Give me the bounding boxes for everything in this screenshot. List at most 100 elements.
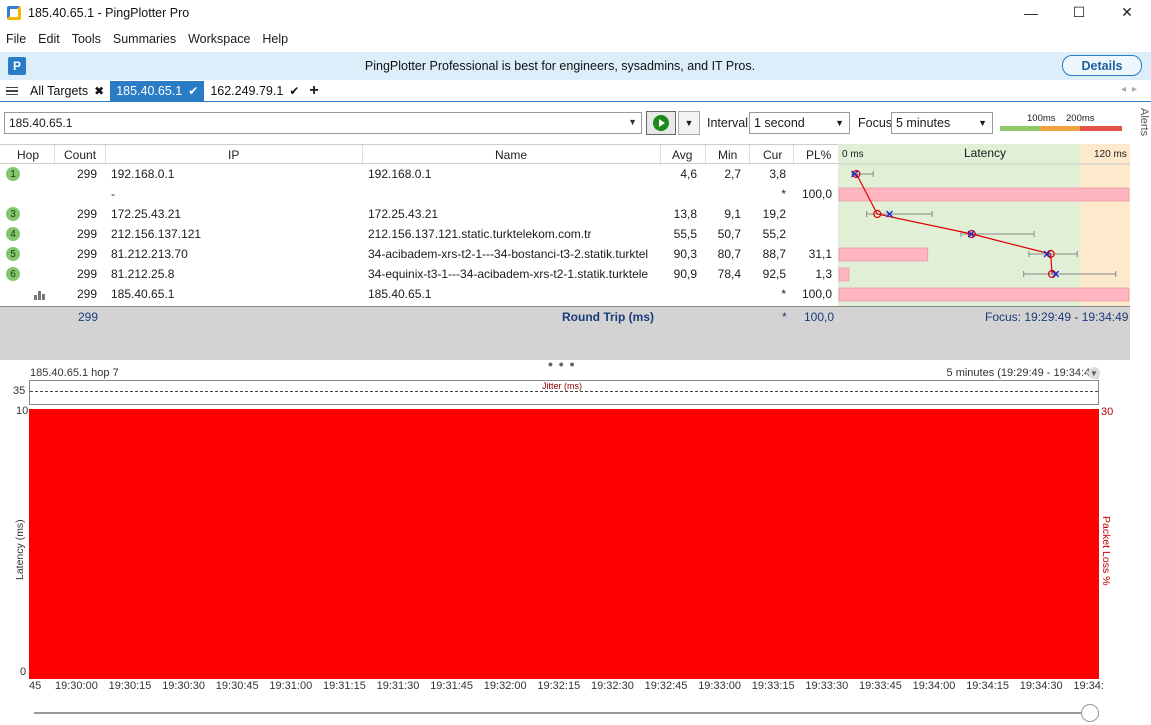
cell-cur: 55,2: [762, 227, 786, 241]
time-tick: 19:32:45: [644, 680, 688, 692]
hop-number: 4: [6, 227, 20, 241]
cell-avg: 90,9: [673, 267, 697, 281]
cell-avg: 4,6: [680, 167, 697, 181]
table-row[interactable]: 1 299 192.168.0.1 192.168.0.1 4,6 2,7 3,8: [0, 164, 838, 184]
cell-cur: *: [781, 287, 786, 301]
cell-count: 299: [76, 207, 97, 221]
alerts-panel-tab[interactable]: Alerts: [1132, 108, 1150, 148]
column-min[interactable]: Min: [718, 148, 737, 162]
timeline-scroll-thumb[interactable]: [1081, 704, 1099, 722]
cell-avg: 90,3: [673, 247, 697, 261]
tab-scroll-arrows-icon[interactable]: ◂▸: [1121, 84, 1143, 95]
cell-count: 299: [76, 167, 97, 181]
table-row[interactable]: 5 299 81.212.213.70 34-acibadem-xrs-t2-1---…: [0, 244, 838, 264]
table-row[interactable]: - * 100,0: [0, 184, 838, 204]
tab-label: 162.249.79.1: [210, 84, 284, 98]
table-row[interactable]: 6 299 81.212.25.8 34-equinix-t3-1---34-acib…: [0, 264, 838, 284]
minimize-button[interactable]: —: [1007, 0, 1055, 25]
cell-cur: *: [781, 187, 786, 201]
tab-target-2[interactable]: 162.249.79.1 ✔: [204, 81, 305, 102]
latency-max-label: 120 ms: [1094, 149, 1127, 160]
hop-number: 5: [6, 247, 20, 261]
cell-ip: -: [111, 187, 115, 201]
target-input[interactable]: 185.40.65.1 ▼: [4, 112, 642, 134]
latency-color-scale[interactable]: 100ms 200ms: [1000, 112, 1122, 134]
cell-avg: 13,8: [673, 207, 697, 221]
chevron-down-icon: ▼: [978, 118, 987, 128]
hop-number: 6: [6, 267, 20, 281]
cell-name: 185.40.65.1: [368, 287, 432, 301]
packet-loss-bar: [838, 287, 1130, 302]
check-icon: ✔: [188, 84, 199, 98]
cell-pl: 31,1: [808, 247, 832, 261]
graph-time-range: 5 minutes (19:29:49 - 19:34:49): [946, 367, 1100, 379]
menu-tools[interactable]: Tools: [66, 32, 107, 46]
focus-select[interactable]: 5 minutes ▼: [891, 112, 993, 134]
chevron-down-icon: ▼: [835, 118, 844, 128]
chevron-down-icon[interactable]: ▼: [628, 117, 637, 127]
menu-help[interactable]: Help: [256, 32, 294, 46]
time-tick: 19:30:00: [55, 680, 98, 692]
splitter-handle[interactable]: • • •: [548, 356, 575, 372]
add-tab-button[interactable]: +: [309, 82, 318, 100]
column-name[interactable]: Name: [495, 148, 527, 162]
menu-icon[interactable]: [6, 86, 18, 96]
cell-count: 299: [76, 227, 97, 241]
column-hop[interactable]: Hop: [17, 148, 39, 162]
cell-cur: 92,5: [762, 267, 786, 281]
hop-number: 1: [6, 167, 20, 181]
details-button[interactable]: Details: [1062, 55, 1142, 76]
time-tick: 19:30:30: [162, 680, 206, 692]
tab-target-1[interactable]: 185.40.65.1 ✔: [110, 80, 205, 102]
time-tick: 19:30:45: [215, 680, 259, 692]
column-count[interactable]: Count: [64, 148, 96, 162]
cell-count: 299: [76, 267, 97, 281]
cell-cur: 3,8: [769, 167, 786, 181]
table-row[interactable]: 4 299 212.156.137.121 212.156.137.121.stati…: [0, 224, 838, 244]
focus-label: Focus: [858, 116, 893, 130]
y-axis-bottom: 0: [20, 666, 27, 678]
chevron-down-icon[interactable]: ▼: [1088, 367, 1100, 379]
packet-loss-bar: [838, 187, 1130, 202]
menu-workspace[interactable]: Workspace: [182, 32, 256, 46]
time-axis: 45 19:30:00 19:30:15 19:30:30 19:30:45 19:31…: [0, 680, 1151, 694]
cell-min: 80,7: [717, 247, 741, 261]
tab-all-targets[interactable]: All Targets ✖: [24, 81, 110, 102]
check-icon: ✔: [289, 84, 300, 98]
column-cur[interactable]: Cur: [763, 148, 782, 162]
y-axis-top: 10: [16, 405, 29, 417]
close-button[interactable]: ✕: [1103, 0, 1151, 25]
cell-ip: 185.40.65.1: [111, 287, 175, 301]
summary-cur: *: [782, 310, 787, 324]
start-trace-button[interactable]: [646, 111, 676, 135]
cell-name: 34-equinix-t3-1---34-acibadem-xrs-t2-1.s…: [368, 267, 649, 281]
interval-select[interactable]: 1 second ▼: [749, 112, 850, 134]
menu-edit[interactable]: Edit: [32, 32, 66, 46]
column-latency[interactable]: Latency: [964, 146, 1006, 160]
play-icon: [653, 115, 669, 131]
jitter-label: Jitter (ms): [540, 381, 584, 391]
table-row[interactable]: 3 299 172.25.43.21 172.25.43.21 13,8 9,1 19,2: [0, 204, 838, 224]
bar-chart-icon[interactable]: [34, 290, 46, 300]
column-ip[interactable]: IP: [228, 148, 239, 162]
banner-text: PingPlotter Professional is best for eng…: [364, 59, 756, 73]
column-pl[interactable]: PL%: [806, 148, 831, 162]
latency-timeline-graph[interactable]: [29, 409, 1099, 679]
tab-label: 185.40.65.1: [116, 84, 183, 98]
cell-ip: 192.168.0.1: [111, 167, 175, 181]
close-icon[interactable]: ✖: [94, 84, 104, 98]
toolbar: 185.40.65.1 ▼ ▼ Interval 1 second ▼ Focu…: [0, 109, 1130, 137]
time-tick: 19:33:15: [751, 680, 795, 692]
menu-summaries[interactable]: Summaries: [107, 32, 182, 46]
cell-count: 299: [76, 247, 97, 261]
start-options-dropdown[interactable]: ▼: [678, 111, 700, 135]
menu-bar: File Edit Tools Summaries Workspace Help: [0, 28, 294, 50]
menu-file[interactable]: File: [0, 32, 32, 46]
time-axis-start: 45: [29, 680, 42, 692]
timeline-scrollbar[interactable]: [34, 712, 1096, 714]
cell-ip: 172.25.43.21: [111, 207, 182, 221]
column-avg[interactable]: Avg: [672, 148, 692, 162]
summary-label: Round Trip (ms): [562, 310, 654, 324]
table-row[interactable]: 299 185.40.65.1 185.40.65.1 * 100,0: [0, 284, 838, 304]
maximize-button[interactable]: ☐: [1055, 0, 1103, 25]
